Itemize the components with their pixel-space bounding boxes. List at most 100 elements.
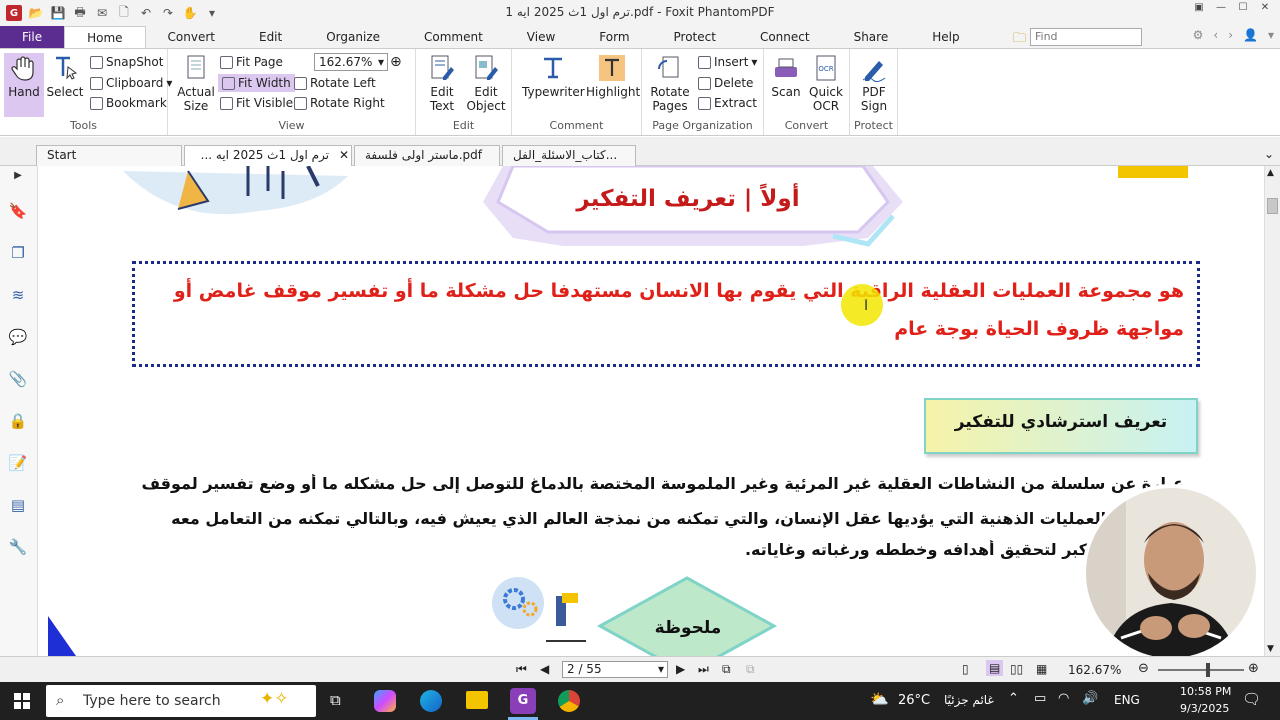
find-input[interactable]: Find bbox=[1030, 28, 1142, 46]
windows-start-icon[interactable] bbox=[14, 693, 30, 709]
bookmark-button[interactable]: Bookmark bbox=[90, 94, 167, 112]
edit-text-button[interactable]: Edit Text bbox=[418, 53, 466, 113]
zoom-select[interactable]: 162.67% ▾ bbox=[314, 53, 388, 71]
delete-button[interactable]: Delete bbox=[698, 74, 753, 92]
tab-document-3[interactable]: كتاب_الاسئلة_الفل... bbox=[502, 145, 636, 166]
fit-visible-button[interactable]: Fit Visible bbox=[220, 94, 293, 112]
page-number-input[interactable]: 2 / 55 ▾ bbox=[562, 661, 668, 678]
restore-ribbon-icon[interactable]: ▣ bbox=[1188, 2, 1210, 13]
snapshot-button[interactable]: SnapShot bbox=[90, 53, 163, 71]
rotate-left-button[interactable]: Rotate Left bbox=[294, 74, 376, 92]
customize-icon[interactable]: ▾ bbox=[204, 5, 220, 21]
facing-page-icon[interactable]: ▯▯ bbox=[1010, 662, 1023, 676]
scroll-down-icon[interactable]: ▼ bbox=[1267, 644, 1274, 654]
fit-width-button[interactable]: Fit Width bbox=[218, 74, 295, 92]
security-panel-icon[interactable]: 🔒 bbox=[8, 412, 28, 432]
zoom-slider-thumb[interactable] bbox=[1206, 663, 1210, 677]
tray-expand-icon[interactable]: ⌃ bbox=[1008, 691, 1019, 706]
last-page-icon[interactable]: ⏭ bbox=[698, 662, 709, 677]
attachments-panel-icon[interactable]: 📎 bbox=[8, 370, 28, 390]
tab-start[interactable]: Start bbox=[36, 145, 182, 166]
highlight-button[interactable]: Highlight bbox=[586, 53, 640, 99]
first-page-icon[interactable]: ⏮ bbox=[516, 662, 527, 677]
taskbar-search[interactable]: ⌕ Type here to search ✦✧ bbox=[46, 685, 316, 717]
continuous-page-icon[interactable]: ▤ bbox=[986, 660, 1004, 676]
zoom-in-status-icon[interactable]: ⊕ bbox=[1248, 661, 1259, 676]
scroll-thumb[interactable] bbox=[1267, 198, 1278, 214]
previous-view-icon[interactable]: ⧉ bbox=[722, 662, 731, 677]
close-tab-icon[interactable]: ✕ bbox=[339, 148, 349, 162]
pages-panel-icon[interactable]: ❐ bbox=[8, 244, 28, 264]
tab-comment[interactable]: Comment bbox=[402, 26, 505, 48]
back-icon[interactable]: ‹ bbox=[1213, 28, 1218, 42]
minimize-icon[interactable]: — bbox=[1210, 2, 1232, 13]
typewriter-button[interactable]: Typewriter bbox=[522, 53, 585, 99]
extract-button[interactable]: Extract bbox=[698, 94, 757, 112]
scroll-up-icon[interactable]: ▲ bbox=[1267, 168, 1274, 178]
email-icon[interactable]: ✉ bbox=[94, 5, 110, 21]
edge-browser-icon[interactable] bbox=[420, 690, 442, 712]
prev-page-icon[interactable]: ◀ bbox=[540, 662, 549, 676]
expand-panel-icon[interactable]: ▶ bbox=[8, 170, 28, 190]
layers-panel-icon[interactable]: ≋ bbox=[8, 286, 28, 306]
new-icon[interactable]: 🗋 bbox=[116, 5, 132, 21]
weather-icon[interactable]: ⛅ bbox=[870, 690, 889, 708]
tab-file[interactable]: File bbox=[0, 26, 65, 48]
zoom-in-icon[interactable]: ⊕ bbox=[390, 53, 402, 71]
tab-document-active[interactable]: ترم اول 1ث 2025 ايه ... ✕ bbox=[184, 145, 352, 166]
user-icon[interactable]: 👤 bbox=[1243, 28, 1258, 42]
forward-icon[interactable]: › bbox=[1228, 28, 1233, 42]
vertical-scrollbar[interactable]: ▲ ▼ bbox=[1264, 166, 1280, 656]
signatures-panel-icon[interactable]: 📝 bbox=[8, 454, 28, 474]
network-icon[interactable]: ▭ bbox=[1034, 691, 1046, 706]
tab-connect[interactable]: Connect bbox=[738, 26, 832, 48]
single-page-icon[interactable]: ▯ bbox=[962, 662, 969, 676]
task-view-icon[interactable]: ⧉ bbox=[330, 691, 341, 709]
wifi-icon[interactable]: ◠ bbox=[1058, 691, 1069, 706]
close-icon[interactable]: ✕ bbox=[1254, 2, 1276, 13]
hand-button[interactable]: Hand bbox=[4, 53, 44, 117]
scan-button[interactable]: Scan bbox=[764, 53, 808, 99]
settings-icon[interactable]: ⚙ bbox=[1193, 28, 1204, 42]
select-button[interactable]: Select bbox=[44, 53, 86, 99]
rotate-pages-button[interactable]: Rotate Pages bbox=[646, 53, 694, 113]
zoom-out-icon[interactable]: ⊖ bbox=[1138, 661, 1149, 676]
clipboard-button[interactable]: Clipboard ▾ bbox=[90, 74, 172, 92]
chrome-browser-icon[interactable] bbox=[558, 690, 580, 712]
tab-home[interactable]: Home bbox=[64, 26, 146, 48]
tab-view[interactable]: View bbox=[505, 26, 577, 48]
pdf-sign-button[interactable]: PDF Sign bbox=[850, 53, 898, 113]
redo-icon[interactable]: ↷ bbox=[160, 5, 176, 21]
tab-help[interactable]: Help bbox=[910, 26, 981, 48]
more-icon[interactable]: ▾ bbox=[1268, 28, 1274, 42]
tab-convert[interactable]: Convert bbox=[146, 26, 237, 48]
tab-list-icon[interactable]: ⌄ bbox=[1264, 147, 1274, 161]
hand-tool-icon[interactable]: ✋ bbox=[182, 5, 198, 21]
copilot-app-icon[interactable] bbox=[374, 690, 396, 712]
insert-button[interactable]: Insert ▾ bbox=[698, 53, 757, 71]
tab-document-2[interactable]: ماستر اولى فلسفة.pdf bbox=[354, 145, 500, 166]
language-indicator[interactable]: ENG bbox=[1114, 693, 1140, 707]
file-explorer-icon[interactable] bbox=[466, 691, 488, 709]
next-view-icon[interactable]: ⧉ bbox=[746, 662, 755, 677]
maximize-icon[interactable]: ☐ bbox=[1232, 2, 1254, 13]
tab-organize[interactable]: Organize bbox=[304, 26, 402, 48]
continuous-facing-icon[interactable]: ▦ bbox=[1036, 662, 1047, 676]
document-view[interactable]: أولاً | تعريف التفكير هو مجموعة العمليات… bbox=[38, 166, 1264, 656]
actual-size-button[interactable]: Actual Size bbox=[172, 53, 220, 113]
next-page-icon[interactable]: ▶ bbox=[676, 662, 685, 676]
foxit-app-icon[interactable]: G bbox=[510, 688, 536, 714]
quick-ocr-button[interactable]: OCR Quick OCR bbox=[804, 53, 848, 113]
tab-protect[interactable]: Protect bbox=[652, 26, 738, 48]
bookmarks-panel-icon[interactable]: 🔖 bbox=[8, 202, 28, 222]
fit-page-button[interactable]: Fit Page bbox=[220, 53, 283, 71]
rotate-right-button[interactable]: Rotate Right bbox=[294, 94, 385, 112]
content-panel-icon[interactable]: ▤ bbox=[8, 496, 28, 516]
tab-share[interactable]: Share bbox=[832, 26, 911, 48]
open-icon[interactable]: 📂 bbox=[28, 5, 44, 21]
tools-panel-icon[interactable]: 🔧 bbox=[8, 538, 28, 558]
notifications-icon[interactable]: 🗨 bbox=[1242, 690, 1261, 708]
undo-icon[interactable]: ↶ bbox=[138, 5, 154, 21]
edit-object-button[interactable]: Edit Object bbox=[462, 53, 510, 113]
print-icon[interactable]: 🖶 bbox=[72, 5, 88, 21]
